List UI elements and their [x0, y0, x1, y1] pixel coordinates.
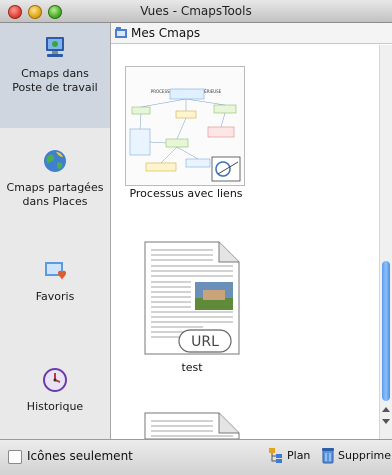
item-label: test [181, 361, 203, 374]
icons-only-checkbox[interactable] [8, 450, 22, 464]
window-title: Vues - CmapsTools [140, 4, 252, 18]
vertical-scrollbar[interactable] [379, 45, 392, 439]
sidebar-item-poste-de-travail[interactable]: Cmaps dans Poste de travail [0, 23, 110, 128]
sidebar-item-historique[interactable]: Historique [0, 366, 110, 414]
sidebar-item-favoris[interactable]: Favoris [0, 256, 110, 304]
plan-button[interactable]: Plan [287, 449, 310, 462]
url-badge-label: URL [191, 334, 219, 350]
sidebar-item-places[interactable]: Cmaps partagées dans Places [0, 147, 110, 209]
breadcrumb-label: Mes Cmaps [131, 26, 201, 40]
title-bar: Vues - CmapsTools [0, 0, 392, 23]
computer-icon [46, 37, 64, 57]
bottom-toolbar: Icônes seulement Plan Supprimer [0, 439, 392, 475]
cmap-thumbnail: PROCESSUS D'ÉCRITURE SÉRIEUSE [125, 66, 245, 186]
sidebar-item-label: Cmaps partagées [6, 181, 104, 194]
breadcrumb: Mes Cmaps [111, 23, 392, 44]
content-area: Mes Cmaps PROCESSUS D'ÉCRITURE SÉRIEUSE [111, 23, 392, 439]
scrollbar-thumb[interactable] [382, 261, 390, 401]
history-icon [43, 368, 67, 392]
scroll-down-arrow-icon[interactable] [382, 419, 390, 424]
document-partial-icon [144, 412, 240, 439]
item-label: Processus avec liens [129, 187, 243, 200]
globe-icon [44, 150, 66, 172]
sidebar-item-label: Favoris [35, 290, 75, 303]
plan-icon[interactable] [269, 448, 283, 464]
sidebar-item-label: Poste de travail [12, 81, 98, 94]
sidebar-item-label: Historique [26, 400, 84, 413]
favorites-icon [45, 262, 66, 280]
folder-home-icon [115, 27, 127, 38]
scroll-up-arrow-icon[interactable] [382, 407, 390, 412]
delete-button[interactable]: Supprimer [338, 449, 392, 462]
sidebar: Cmaps dans Poste de travail Cmaps partag… [0, 23, 111, 439]
sidebar-item-label: dans Places [22, 195, 88, 208]
trash-icon[interactable] [322, 447, 334, 464]
sidebar-item-label: Cmaps dans [21, 67, 89, 80]
url-badge: URL [178, 329, 232, 353]
icons-only-label: Icônes seulement [27, 449, 133, 463]
